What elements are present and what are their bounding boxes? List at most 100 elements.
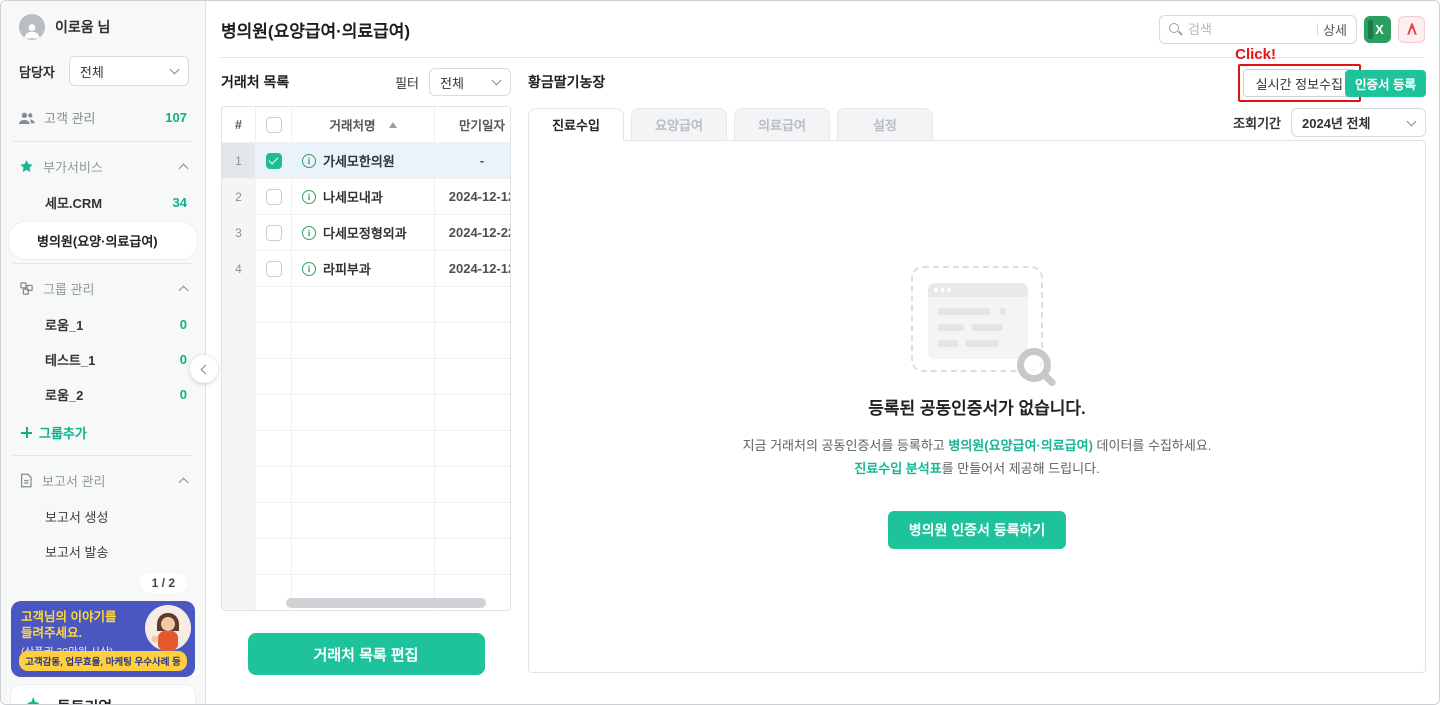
circled-i-icon[interactable]: i <box>302 154 316 168</box>
table-row[interactable]: 1 i가세모한의원 - <box>222 143 511 179</box>
period-label: 조회기간 <box>1233 113 1281 132</box>
column-header-checkbox <box>256 107 292 142</box>
section-reports[interactable]: 보고서 관리 <box>9 460 197 499</box>
click-annotation: Click! <box>1235 46 1276 63</box>
group-squares-icon <box>19 281 34 296</box>
promo-illustration <box>145 605 191 651</box>
column-header-no: # <box>222 107 256 142</box>
sidebar-item-semocrm[interactable]: 세모.CRM 34 <box>9 185 197 220</box>
user-profile[interactable]: 이로움 님 <box>9 1 197 50</box>
page-title: 병의원(요양급여·의료급여) <box>221 17 1159 42</box>
table-row-empty <box>222 395 511 431</box>
triangle-up-icon <box>389 122 397 128</box>
row-checkbox[interactable] <box>266 261 282 277</box>
chevron-left-icon <box>201 364 211 374</box>
plus-icon <box>21 427 32 438</box>
edit-client-list-button[interactable]: 거래처 목록 편집 <box>248 633 485 675</box>
group-count: 0 <box>180 352 187 367</box>
excel-x-icon: X <box>1375 22 1384 37</box>
sidebar-item-label: 로움_1 <box>45 315 180 334</box>
filter-label: 필터 <box>395 73 419 92</box>
add-group-button[interactable]: 그룹추가 <box>9 412 197 451</box>
cert-register-button[interactable]: 인증서 등록 <box>1345 70 1426 97</box>
tab-nursing-benefit[interactable]: 요양급여 <box>631 108 727 140</box>
sidebar-item-report-send[interactable]: 보고서 발송 <box>9 534 197 569</box>
table-row[interactable]: 4 i라피부과 2024-12-12 <box>222 251 511 287</box>
circled-i-icon[interactable]: i <box>302 190 316 204</box>
sidebar-item-label: 보고서 발송 <box>45 542 187 561</box>
select-all-checkbox[interactable] <box>266 117 282 133</box>
client-list-toolbar: 거래처 목록 필터 전체 <box>221 62 511 102</box>
column-header-due[interactable]: 만기일자 <box>435 107 511 142</box>
magnifier-icon <box>1017 348 1051 382</box>
desc-text: 지금 거래처의 공동인증서를 등록하고 <box>743 438 949 453</box>
section-title: 그룹 관리 <box>43 279 171 298</box>
sidebar-item-label: 테스트_1 <box>45 350 180 369</box>
avatar <box>19 14 45 40</box>
pdf-export-button[interactable] <box>1398 16 1425 43</box>
circled-i-icon[interactable]: i <box>302 262 316 276</box>
customers-count: 107 <box>165 110 187 125</box>
manager-select[interactable]: 전체 <box>69 56 189 86</box>
sidebar-item-group-3[interactable]: 로움_2 0 <box>9 377 197 412</box>
sidebar-item-group-2[interactable]: 테스트_1 0 <box>9 342 197 377</box>
people-icon <box>19 111 35 125</box>
period-select[interactable]: 2024년 전체 <box>1291 108 1426 137</box>
content: 거래처 목록 필터 전체 # 거래처명 만 <box>206 58 1439 704</box>
chevron-up-icon <box>179 163 189 173</box>
detail-search-link[interactable]: 상세 <box>1317 20 1347 39</box>
sidebar-item-label: 병의원(요양·의료급여) <box>37 231 185 250</box>
section-services[interactable]: 부가서비스 <box>9 146 197 185</box>
desc-highlight: 병의원(요양급여·의료급여) <box>948 438 1093 453</box>
table-row-empty <box>222 539 511 575</box>
table-row-empty <box>222 467 511 503</box>
sidebar-item-customers[interactable]: 고객 관리 107 <box>9 98 197 137</box>
section-groups[interactable]: 그룹 관리 <box>9 268 197 307</box>
chevron-down-icon <box>170 65 180 75</box>
table-row-empty <box>222 359 511 395</box>
row-number: 2 <box>222 179 256 214</box>
sidebar-item-report-create[interactable]: 보고서 생성 <box>9 499 197 534</box>
due-date: - <box>435 143 511 178</box>
semocrm-count: 34 <box>173 195 187 210</box>
column-header-name[interactable]: 거래처명 <box>292 107 435 142</box>
tutorial-label: 튜토리얼 <box>57 696 112 705</box>
tutorial-button[interactable]: 튜토리얼 <box>11 685 195 705</box>
sidebar-collapse-button[interactable] <box>190 355 218 383</box>
client-name: 다세모정형외과 <box>323 223 407 242</box>
user-name: 이로움 님 <box>55 17 110 37</box>
empty-state-title: 등록된 공동인증서가 없습니다. <box>868 394 1086 419</box>
scrollbar-thumb[interactable] <box>286 598 486 608</box>
promo-banner[interactable]: 고객님의 이야기를 들려주세요. (상품권 20만원 시상) 고객감동, 업무효… <box>11 601 195 677</box>
register-hospital-cert-button[interactable]: 병의원 인증서 등록하기 <box>888 511 1066 549</box>
manager-label: 담당자 <box>19 62 55 81</box>
table-row[interactable]: 2 i나세모내과 2024-12-12 <box>222 179 511 215</box>
period-wrap: 조회기간 2024년 전체 <box>1233 108 1426 137</box>
row-checkbox[interactable] <box>266 225 282 241</box>
filter-select[interactable]: 전체 <box>429 68 511 96</box>
tab-treatment-income[interactable]: 진료수입 <box>528 108 624 140</box>
row-checkbox[interactable] <box>266 153 282 169</box>
row-number: 4 <box>222 251 256 286</box>
chevron-up-icon <box>179 285 189 295</box>
row-checkbox[interactable] <box>266 189 282 205</box>
circled-i-icon[interactable]: i <box>302 226 316 240</box>
divider <box>13 263 193 264</box>
banner-pagination[interactable]: 1 / 2 <box>9 569 197 599</box>
chevron-down-icon <box>1407 116 1417 126</box>
client-name: 가세모한의원 <box>323 151 395 170</box>
sidebar-item-hospital[interactable]: 병의원(요양·의료급여) <box>9 222 197 259</box>
horizontal-scrollbar[interactable] <box>224 598 508 608</box>
main-area: 병의원(요양급여·의료급여) 상세 X 거래처 목록 필터 전체 <box>206 1 1439 704</box>
search-input[interactable] <box>1188 22 1310 37</box>
highlight-red-frame: 실시간 정보수집 <box>1238 64 1361 102</box>
tab-settings[interactable]: 설정 <box>837 108 933 140</box>
excel-export-button[interactable]: X <box>1364 16 1391 43</box>
add-group-label: 그룹추가 <box>39 423 87 442</box>
tab-medical-benefit[interactable]: 의료급여 <box>734 108 830 140</box>
realtime-collect-button[interactable]: 실시간 정보수집 <box>1243 69 1356 97</box>
table-row[interactable]: 3 i다세모정형외과 2024-12-22 <box>222 215 511 251</box>
due-date: 2024-12-12 <box>435 179 511 214</box>
divider <box>13 455 193 456</box>
sidebar-item-group-1[interactable]: 로움_1 0 <box>9 307 197 342</box>
